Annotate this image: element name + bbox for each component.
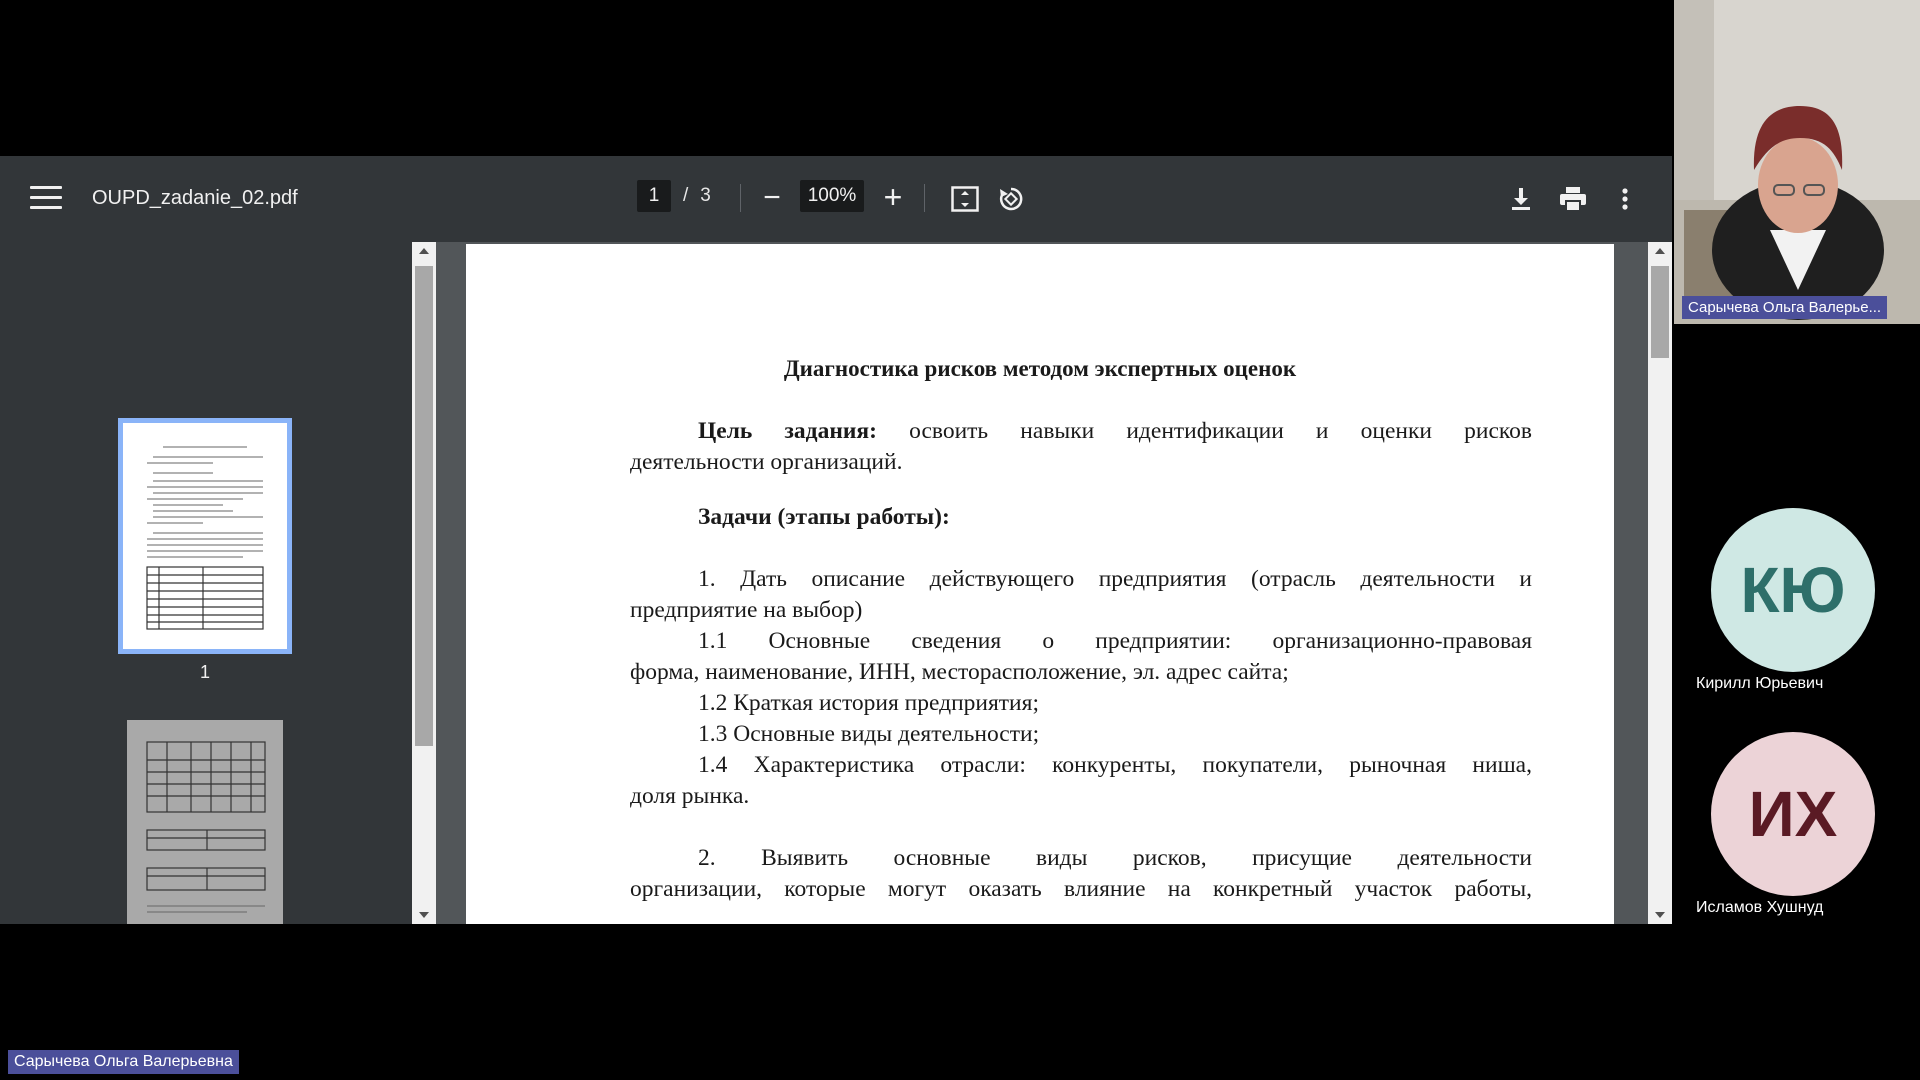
thumbnail-page-1[interactable] [118,418,292,654]
avatar-initials-kirill: КЮ [1740,554,1846,626]
sidebar-scrollbar[interactable] [412,242,436,924]
avatar-initials-islamov: ИХ [1748,778,1838,850]
item2-line-2: организации, которые могут оказать влиян… [630,876,1532,902]
task-list: 1. Дать описание действующего предприяти… [630,564,1532,812]
scroll-up-arrow-icon[interactable] [1655,248,1665,254]
document-title: Диагностика рисков методом экспертных оц… [783,356,1297,381]
sidebar-scroll-thumb[interactable] [415,266,433,746]
page-separator: / [683,185,689,206]
tasks-heading-block: Задачи (этапы работы): [630,502,1532,533]
download-icon[interactable] [1504,182,1538,216]
goal-line-2: деятельности организаций. [630,449,903,475]
item1-line-1: 1. Дать описание действующего предприяти… [698,566,1532,592]
presenter-video-image [1674,0,1920,324]
active-speaker-label: Сарычева Ольга Валерьевна [8,1050,239,1074]
zoom-in-button[interactable]: + [878,178,908,216]
participant-name-islamov: Исламов Хушнуд [1696,899,1824,916]
thumbnail-page-2[interactable] [127,720,283,924]
thumbnail-page-1-preview [146,446,264,630]
thumbnail-sidebar: 1 2 [0,242,412,924]
presenter-video-tile[interactable]: Сарычева Ольга Валерье... [1674,0,1920,324]
item1-4-line-2: доля рынка. [630,783,750,809]
item1-1-line-2: форма, наименование, ИНН, месторасположе… [630,659,1289,685]
item1-1-line-1: 1.1 Основные сведения о предприятии: орг… [698,628,1532,654]
participant-name-kirill: Кирилл Юрьевич [1696,675,1824,692]
item1-4-line-1: 1.4 Характеристика отрасли: конкуренты, … [698,752,1532,778]
presenter-name-tag: Сарычева Ольга Валерье... [1682,296,1888,319]
thumbnail-page-2-preview [146,741,266,913]
scroll-down-arrow-icon[interactable] [1655,912,1665,918]
item2-line-1: 2. Выявить основные виды рисков, присущи… [698,845,1532,871]
toolbar-divider [740,184,741,212]
thumbnail-label-1: 1 [199,662,210,682]
avatar-islamov[interactable]: ИХ [1711,732,1875,896]
document-scrollbar[interactable] [1648,242,1672,924]
item1-2: 1.2 Краткая история предприятия; [698,690,1039,716]
goal-label: Цель задания: [698,418,877,444]
zoom-out-button[interactable]: − [757,180,787,216]
conference-window: OUPD_zadanie_02.pdf 1 / 3 − 100% + 1 Диа… [0,0,1920,1080]
pdf-toolbar: OUPD_zadanie_02.pdf 1 / 3 − 100% + [0,156,1672,242]
avatar-kirill[interactable]: КЮ [1711,508,1875,672]
scroll-up-arrow-icon[interactable] [419,248,429,254]
item2-paragraph: 2. Выявить основные виды рисков, присущи… [630,843,1532,905]
current-page-input[interactable]: 1 [637,180,671,212]
total-pages: 3 [700,185,711,206]
shared-screen: OUPD_zadanie_02.pdf 1 / 3 − 100% + 1 Диа… [0,156,1672,924]
item1-3: 1.3 Основные виды деятельности; [698,721,1040,747]
zoom-level-input[interactable]: 100% [800,180,864,212]
document-scroll-thumb[interactable] [1651,266,1669,358]
toolbar-divider [924,184,925,212]
more-vert-icon[interactable] [1608,182,1642,216]
hamburger-menu-icon[interactable] [30,186,62,212]
page-indicator: 1 / 3 [637,180,711,212]
scroll-down-arrow-icon[interactable] [419,912,429,918]
goal-text: освоить навыки идентификации и оценки ри… [909,418,1532,444]
goal-paragraph: Цель задания: освоить навыки идентификац… [630,416,1532,478]
item1-line-2: предприятие на выбор) [630,597,863,623]
tasks-heading: Задачи (этапы работы): [698,504,950,530]
print-icon[interactable] [1556,182,1590,216]
file-name: OUPD_zadanie_02.pdf [92,187,298,209]
goal-line-1: Цель задания: освоить навыки идентификац… [630,416,1532,447]
fit-page-icon[interactable] [948,182,982,216]
rotate-icon[interactable] [994,182,1028,216]
pdf-page-1: Диагностика рисков методом экспертных оц… [466,244,1614,924]
